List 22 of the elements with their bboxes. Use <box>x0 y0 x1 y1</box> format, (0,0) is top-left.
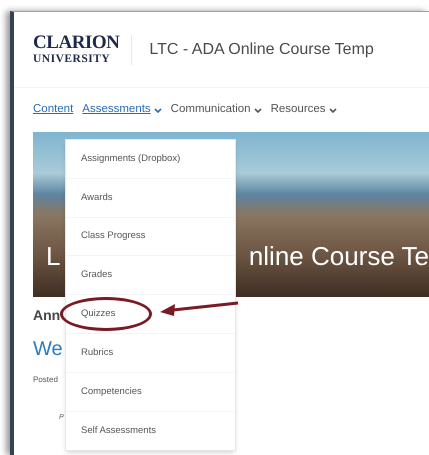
menu-item[interactable]: Class Progress <box>66 229 146 244</box>
banner-title: nline Course Te <box>248 243 429 269</box>
menu-item[interactable]: Grades <box>66 268 112 282</box>
university-logo[interactable]: CLARION UNIVERSITY <box>33 33 120 66</box>
menu-item[interactable]: Assignments (Dropbox) <box>66 152 180 166</box>
menu-item[interactable]: Competencies <box>66 384 142 399</box>
chevron-down-icon <box>254 108 262 112</box>
nav-menu[interactable]: Assessments <box>82 101 162 119</box>
nav-link[interactable]: Content <box>33 101 74 119</box>
nav-menu[interactable]: Resources <box>270 101 337 119</box>
banner-title: L <box>46 243 60 269</box>
menu-item[interactable]: Rubrics <box>66 346 114 360</box>
menu-item[interactable]: Awards <box>66 190 113 205</box>
menu-item[interactable]: Quizzes <box>66 306 116 322</box>
chevron-down-icon <box>154 108 162 112</box>
section-heading: Ann <box>33 306 62 325</box>
menu-item[interactable]: Self Assessments <box>66 424 156 438</box>
chevron-down-icon <box>328 108 337 112</box>
posted-info: Posted <box>33 374 59 386</box>
nav-menu[interactable]: Communication <box>170 101 262 119</box>
course-title: LTC - ADA Online Course Temp <box>149 40 374 60</box>
post-title[interactable]: We <box>33 337 65 362</box>
